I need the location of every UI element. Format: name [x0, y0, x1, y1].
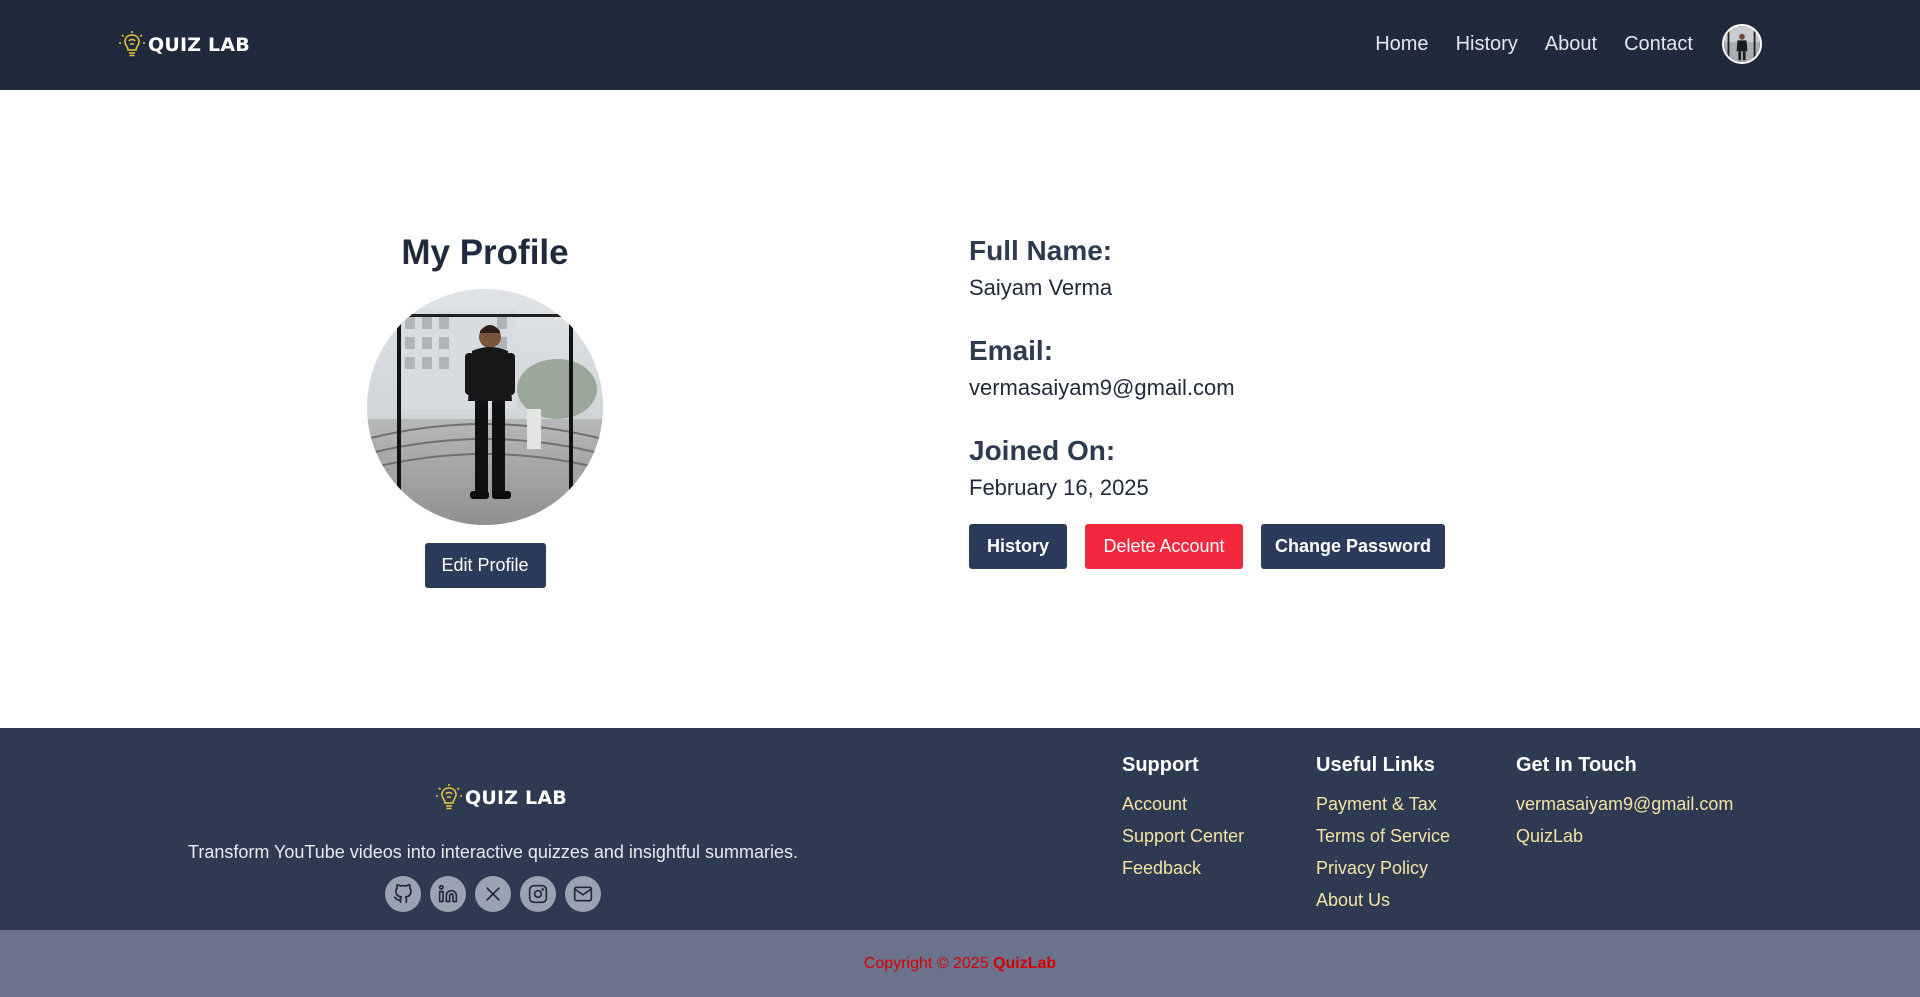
change-password-button[interactable]: Change Password	[1261, 524, 1445, 569]
social-links	[385, 876, 601, 912]
footer-link-quizlab[interactable]: QuizLab	[1516, 820, 1733, 852]
history-button[interactable]: History	[969, 524, 1067, 569]
lightbulb-brain-icon	[436, 784, 462, 810]
linkedin-icon[interactable]	[430, 876, 466, 912]
copyright-brand: QuizLab	[993, 955, 1057, 972]
footer-useful-links-column: Useful Links Payment & Tax Terms of Serv…	[1316, 750, 1450, 916]
footer-tagline: Transform YouTube videos into interactiv…	[188, 842, 798, 862]
footer-link-payment-tax[interactable]: Payment & Tax	[1316, 788, 1450, 820]
x-icon[interactable]	[475, 876, 511, 912]
footer-support-column: Support Account Support Center Feedback	[1122, 750, 1244, 884]
page-title: My Profile	[401, 233, 569, 272]
useful-links-heading: Useful Links	[1316, 754, 1435, 776]
footer-brand-name: QUIZ LAB	[465, 787, 567, 809]
full-name-value: Saiyam Verma	[969, 275, 1113, 300]
edit-profile-button[interactable]: Edit Profile	[424, 543, 546, 588]
joined-on-value: February 16, 2025	[969, 475, 1149, 500]
profile-summary: My Profile Edit Profile	[340, 232, 630, 588]
footer-link-account[interactable]: Account	[1122, 788, 1244, 820]
github-icon[interactable]	[385, 876, 421, 912]
nav-link-history[interactable]: History	[1456, 33, 1518, 56]
copyright-text: Copyright © 2025	[863, 955, 989, 972]
footer-link-terms[interactable]: Terms of Service	[1316, 820, 1450, 852]
footer-get-in-touch-column: Get In Touch vermasaiyam9@gmail.com Quiz…	[1516, 750, 1733, 852]
footer: QUIZ LAB Transform YouTube videos into i…	[0, 728, 1920, 930]
top-navbar: QUIZ LAB Home History About Contact	[0, 0, 1920, 90]
full-name-label: Full Name:	[969, 235, 1113, 266]
footer-brand-logo[interactable]: QUIZ LAB	[435, 783, 567, 813]
footer-link-privacy[interactable]: Privacy Policy	[1316, 852, 1450, 884]
profile-actions: History Delete Account Change Password	[969, 524, 1445, 569]
nav-links: Home History About Contact	[1375, 24, 1762, 64]
nav-link-home[interactable]: Home	[1375, 33, 1428, 56]
brand-name: QUIZ LAB	[148, 34, 250, 56]
profile-photo	[367, 289, 603, 525]
brand-logo[interactable]: QUIZ LAB	[118, 30, 250, 60]
copyright-bar: Copyright © 2025 QuizLab	[0, 930, 1920, 997]
joined-on-label: Joined On:	[969, 435, 1116, 466]
lightbulb-brain-icon	[119, 31, 145, 57]
email-label: Email:	[969, 335, 1054, 366]
profile-details: Full Name: Saiyam Verma Email: vermasaiy…	[969, 232, 1445, 569]
user-avatar[interactable]	[1722, 24, 1762, 64]
footer-link-support-center[interactable]: Support Center	[1122, 820, 1244, 852]
delete-account-button[interactable]: Delete Account	[1085, 524, 1243, 569]
email-value: vermasaiyam9@gmail.com	[969, 375, 1235, 400]
nav-link-about[interactable]: About	[1545, 33, 1597, 56]
nav-link-contact[interactable]: Contact	[1624, 33, 1693, 56]
footer-link-feedback[interactable]: Feedback	[1122, 852, 1244, 884]
mail-icon[interactable]	[565, 876, 601, 912]
footer-link-about-us[interactable]: About Us	[1316, 884, 1450, 916]
get-in-touch-heading: Get In Touch	[1516, 754, 1637, 776]
instagram-icon[interactable]	[520, 876, 556, 912]
footer-link-email[interactable]: vermasaiyam9@gmail.com	[1516, 788, 1733, 820]
support-heading: Support	[1122, 754, 1199, 776]
